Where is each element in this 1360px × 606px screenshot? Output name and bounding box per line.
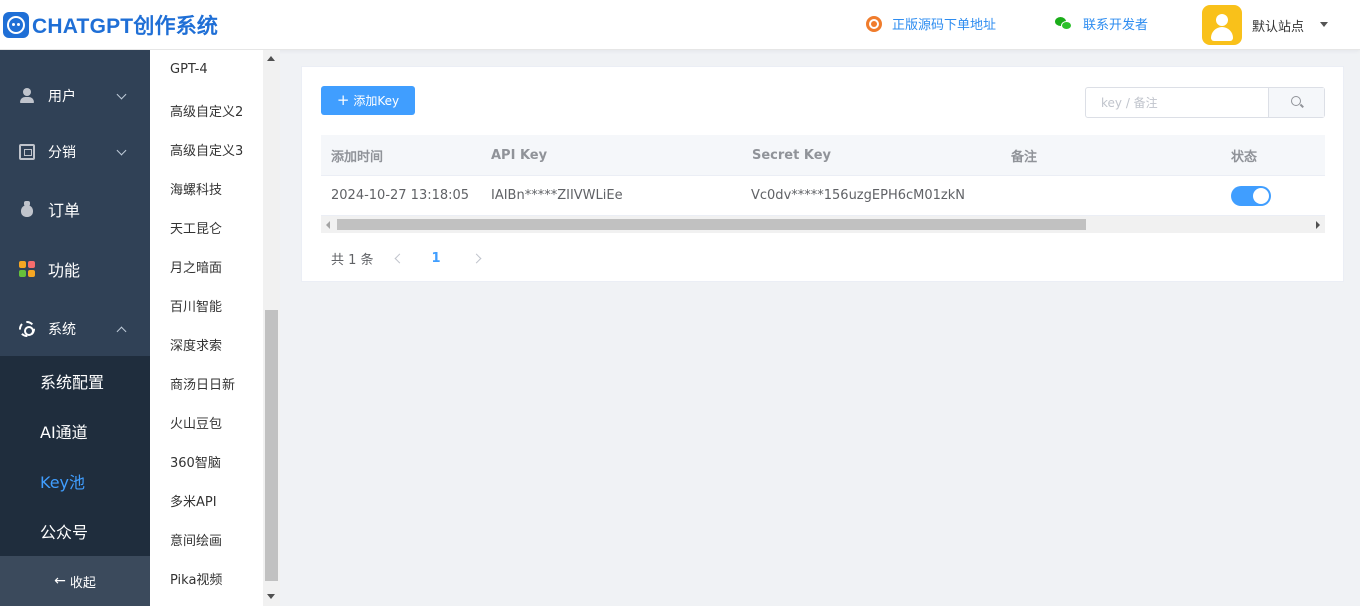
cell-time: 2024-10-27 13:18:05 xyxy=(331,188,470,203)
search-icon xyxy=(1290,96,1301,106)
pagination: 共 1 条 1 xyxy=(331,249,482,268)
list-item[interactable]: 海螺科技 xyxy=(170,179,222,198)
list-item[interactable]: 高级自定义3 xyxy=(170,140,243,159)
sidebar-item-distribution[interactable]: 分销 xyxy=(0,124,150,180)
list-item[interactable]: 天工昆仑 xyxy=(170,218,222,237)
pagination-total: 共 1 条 xyxy=(331,253,374,268)
list-item[interactable]: 深度求索 xyxy=(170,335,222,354)
submenu-item-ai-channel[interactable]: AI通道 xyxy=(0,406,150,456)
source-order-link[interactable]: 正版源码下单地址 xyxy=(866,14,996,33)
system-submenu: 系统配置 AI通道 Key池 公众号 xyxy=(0,356,150,556)
sidebar-item-label: 用户 xyxy=(48,89,76,105)
column-header-api-key: API Key xyxy=(491,147,548,163)
contact-developer-label: 联系开发者 xyxy=(1083,18,1149,33)
list-item[interactable]: GPT-4 xyxy=(170,62,208,77)
list-item[interactable]: 火山豆包 xyxy=(170,413,222,432)
submenu-item-key-pool[interactable]: Key池 xyxy=(0,456,150,506)
cell-api-key: IAIBn*****ZIIVWLiEe xyxy=(491,188,623,203)
submenu-item-official-account[interactable]: 公众号 xyxy=(0,506,150,556)
scrollbar-thumb[interactable] xyxy=(265,310,278,581)
channel-list-scrollbar[interactable] xyxy=(263,50,280,606)
sidebar-item-label: 功能 xyxy=(48,261,81,280)
sidebar: 用户 分销 订单 功能 系统 系统配置 AI通道 Key池 公众号 ← 收起 xyxy=(0,50,150,606)
chevron-down-icon xyxy=(116,145,127,155)
key-pool-card: + 添加Key 添加时间 API Key Secret Key 备注 状态 20… xyxy=(301,66,1344,282)
table-row: 2024-10-27 13:18:05 IAIBn*****ZIIVWLiEe … xyxy=(321,176,1325,216)
column-header-time: 添加时间 xyxy=(331,149,384,165)
list-item[interactable]: 月之暗面 xyxy=(170,257,222,276)
submenu-item-system-config[interactable]: 系统配置 xyxy=(0,356,150,406)
money-bag-icon xyxy=(19,201,35,217)
sidebar-item-orders[interactable]: 订单 xyxy=(0,181,150,237)
sidebar-item-system[interactable]: 系统 xyxy=(0,301,150,357)
source-order-label: 正版源码下单地址 xyxy=(892,18,997,33)
contact-developer-link[interactable]: 联系开发者 xyxy=(1055,14,1148,33)
sidebar-item-label: 系统 xyxy=(48,322,76,338)
caret-down-icon[interactable] xyxy=(1320,22,1328,27)
app-logo[interactable]: CHATGPT创作系统 xyxy=(0,10,218,40)
collapse-label: 收起 xyxy=(69,575,96,591)
source-icon xyxy=(866,15,882,32)
page-number-current[interactable]: 1 xyxy=(432,251,441,266)
app-title: CHATGPT创作系统 xyxy=(32,15,219,38)
chevron-up-icon xyxy=(116,326,127,336)
user-menu-name[interactable]: 默认站点 xyxy=(1252,16,1304,35)
status-toggle[interactable] xyxy=(1231,185,1271,206)
column-header-remark: 备注 xyxy=(1011,149,1038,165)
avatar[interactable] xyxy=(1202,5,1242,45)
gear-icon xyxy=(19,321,35,337)
wechat-icon xyxy=(1055,16,1073,31)
search-input[interactable] xyxy=(1086,88,1268,117)
distribution-icon xyxy=(19,144,35,160)
list-item[interactable]: 360智脑 xyxy=(170,452,221,471)
sidebar-item-users[interactable]: 用户 xyxy=(0,68,150,124)
channel-list: GPT-4 高级自定义2 高级自定义3 海螺科技 天工昆仑 月之暗面 百川智能 … xyxy=(150,50,280,606)
add-key-label: 添加Key xyxy=(353,94,400,108)
top-header: CHATGPT创作系统 正版源码下单地址 联系开发者 默认站点 xyxy=(0,0,1360,50)
column-header-status: 状态 xyxy=(1231,149,1258,165)
list-item[interactable]: Pika视频 xyxy=(170,569,222,588)
list-item[interactable]: 百川智能 xyxy=(170,296,222,315)
scroll-up-icon[interactable] xyxy=(267,56,275,61)
cell-secret-key: Vc0dv*****156uzgEPH6cM01zkN xyxy=(751,188,965,203)
scroll-right-icon[interactable] xyxy=(1316,221,1320,229)
user-icon xyxy=(19,88,35,104)
arrow-left-icon: ← xyxy=(54,573,66,589)
list-item[interactable]: 意间绘画 xyxy=(170,530,222,549)
logo-icon xyxy=(3,12,29,38)
column-header-secret-key: Secret Key xyxy=(752,147,831,163)
apps-grid-icon xyxy=(19,261,35,277)
search-box xyxy=(1085,87,1325,118)
chevron-down-icon xyxy=(116,89,127,99)
search-button[interactable] xyxy=(1267,88,1324,117)
list-item[interactable]: 多米API xyxy=(170,491,217,510)
scroll-down-icon[interactable] xyxy=(267,594,275,599)
scroll-left-icon[interactable] xyxy=(326,221,330,229)
status-cell xyxy=(1231,176,1271,215)
prev-page-icon[interactable] xyxy=(394,253,404,264)
table-horizontal-scrollbar[interactable] xyxy=(321,216,1325,233)
collapse-sidebar-button[interactable]: ← 收起 xyxy=(0,556,150,606)
sidebar-item-features[interactable]: 功能 xyxy=(0,241,150,297)
plus-icon: + xyxy=(336,91,350,109)
list-item[interactable]: 高级自定义2 xyxy=(170,101,243,120)
scrollbar-thumb[interactable] xyxy=(337,219,1086,230)
list-item[interactable]: 商汤日日新 xyxy=(170,374,235,393)
table-header: 添加时间 API Key Secret Key 备注 状态 xyxy=(321,135,1325,176)
sidebar-item-label: 订单 xyxy=(48,201,81,220)
add-key-button[interactable]: + 添加Key xyxy=(321,86,415,115)
sidebar-item-label: 分销 xyxy=(48,145,76,161)
next-page-icon[interactable] xyxy=(471,253,482,264)
